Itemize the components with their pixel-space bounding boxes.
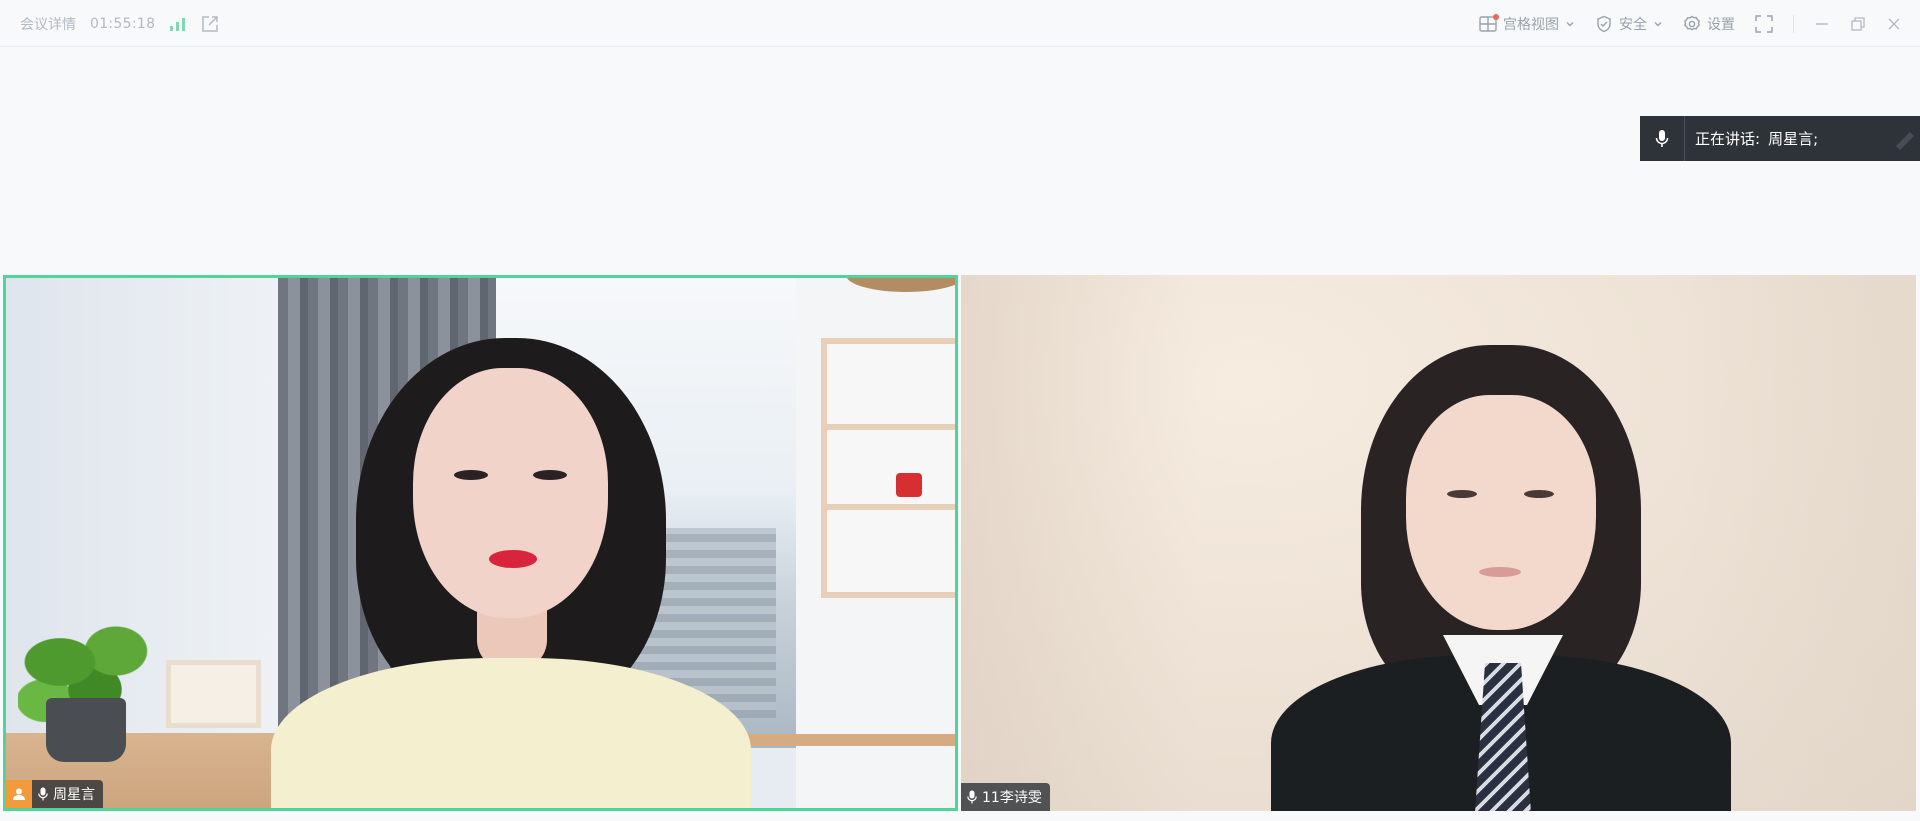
settings-label: 设置 <box>1707 16 1735 33</box>
divider <box>1793 14 1794 33</box>
title-bar: 会议详情 01:55:18 宫格视图 安全 设置 <box>0 0 1920 47</box>
participant-name-tag: 11李诗雯 <box>961 783 1050 811</box>
speaking-label: 正在讲话: <box>1695 130 1761 148</box>
grid-layout-icon <box>1479 13 1499 32</box>
restore-icon[interactable] <box>1850 16 1866 32</box>
microphone-icon <box>967 790 977 804</box>
host-badge-icon <box>6 780 32 808</box>
microphone-icon <box>1640 116 1685 161</box>
speaking-indicator: 正在讲话: 周星言; <box>1640 116 1920 161</box>
title-bar-right: 宫格视图 安全 设置 <box>1479 0 1902 47</box>
close-icon[interactable] <box>1886 16 1902 32</box>
participant-name: 11李诗雯 <box>982 790 1042 806</box>
security-label: 安全 <box>1619 16 1647 33</box>
external-link-icon[interactable] <box>201 15 219 33</box>
grid-view-button[interactable]: 宫格视图 <box>1479 13 1575 34</box>
signal-bars-icon[interactable] <box>169 16 187 32</box>
minimize-icon[interactable] <box>1814 16 1830 32</box>
speaking-names: 周星言; <box>1768 130 1819 148</box>
video-tile[interactable]: 11李诗雯 <box>961 275 1916 811</box>
gear-icon <box>1683 15 1701 33</box>
fullscreen-icon[interactable] <box>1755 14 1773 33</box>
participant-name: 周星言 <box>53 787 95 803</box>
chevron-down-icon <box>1565 19 1575 29</box>
meeting-duration: 01:55:18 <box>90 15 156 32</box>
drag-handle-icon[interactable] <box>1892 128 1914 150</box>
video-tile-active-speaker[interactable]: 周星言 <box>3 275 958 811</box>
meeting-details-button[interactable]: 会议详情 <box>20 14 76 34</box>
participant-name-tag: 周星言 <box>32 780 103 808</box>
security-button[interactable]: 安全 <box>1595 14 1663 34</box>
chevron-down-icon <box>1653 19 1663 29</box>
grid-view-label: 宫格视图 <box>1503 16 1559 33</box>
microphone-icon <box>38 787 48 801</box>
participant-video <box>6 278 955 808</box>
title-bar-left: 会议详情 01:55:18 <box>20 0 219 47</box>
settings-button[interactable]: 设置 <box>1683 14 1735 34</box>
participant-video <box>961 275 1916 811</box>
shield-icon <box>1595 15 1613 33</box>
